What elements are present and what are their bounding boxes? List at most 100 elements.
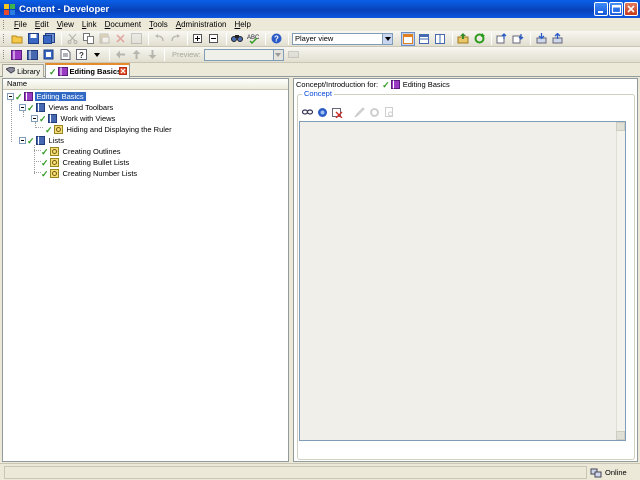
export-icon[interactable] — [550, 32, 564, 46]
document-tabs: Library ✓ Editing Basics — [0, 63, 640, 137]
column-header-name[interactable]: Name — [3, 79, 288, 90]
cut-icon[interactable] — [65, 32, 79, 46]
layout-horizontal-icon[interactable] — [417, 32, 431, 46]
refresh-icon[interactable] — [472, 32, 486, 46]
new-module-icon[interactable] — [10, 48, 24, 62]
copy-icon[interactable] — [81, 32, 95, 46]
paste-icon[interactable] — [97, 32, 111, 46]
minimize-button[interactable] — [594, 2, 608, 16]
vertical-scrollbar[interactable] — [616, 122, 625, 440]
layout-vertical-icon[interactable] — [433, 32, 447, 46]
collapse-icon[interactable] — [19, 137, 26, 144]
save-all-icon[interactable] — [42, 32, 56, 46]
section-icon — [35, 103, 45, 112]
menu-bar: File Edit View Link Document Tools Admin… — [0, 18, 640, 31]
menu-link[interactable]: Link — [78, 19, 101, 31]
scroll-up-icon[interactable] — [616, 122, 625, 131]
preview-go-icon[interactable] — [287, 48, 301, 62]
checked-in-icon: ✓ — [49, 66, 57, 77]
insert-dropdown-icon[interactable] — [90, 48, 104, 62]
checked-in-icon: ✓ — [15, 91, 23, 102]
menu-edit[interactable]: Edit — [31, 19, 53, 31]
menu-view[interactable]: View — [53, 19, 78, 31]
menu-administration[interactable]: Administration — [172, 19, 231, 31]
svg-text:?: ? — [79, 51, 84, 60]
spell-check-icon[interactable]: ABC — [246, 32, 260, 46]
tree-node-section[interactable]: ✓ Work with Views — [31, 113, 117, 124]
move-left-icon[interactable] — [113, 48, 127, 62]
tab-library[interactable]: Library — [2, 64, 44, 77]
title-bar: Content - Developer — [0, 0, 640, 18]
delete-icon[interactable] — [113, 32, 127, 46]
check-in-icon[interactable] — [495, 32, 509, 46]
collapse-all-icon[interactable] — [207, 32, 221, 46]
connection-status-label: Online — [605, 468, 627, 477]
view-mode-select[interactable]: Player view — [292, 32, 393, 45]
tree-node-label: Lists — [48, 136, 64, 145]
tree-node-topic[interactable]: ✓ Creating Bullet Lists — [41, 157, 131, 168]
save-icon[interactable] — [26, 32, 40, 46]
link-icon[interactable] — [301, 106, 313, 118]
import-icon[interactable] — [534, 32, 548, 46]
preview-select[interactable] — [203, 48, 284, 61]
concept-content-area[interactable] — [299, 121, 626, 441]
tab-editing-basics[interactable]: ✓ Editing Basics — [45, 63, 130, 78]
tree-node-section[interactable]: ✓ Views and Toolbars — [19, 102, 115, 113]
toolbar-separator — [61, 32, 62, 45]
topic-icon — [49, 169, 59, 178]
new-topic-icon[interactable] — [42, 48, 56, 62]
collapse-icon[interactable] — [19, 104, 26, 111]
new-section-icon[interactable] — [26, 48, 40, 62]
collapse-icon[interactable] — [7, 93, 14, 100]
concept-pane: Concept/Introduction for: ✓ Editing Basi… — [293, 78, 638, 462]
properties-icon[interactable] — [129, 32, 143, 46]
menu-tools[interactable]: Tools — [145, 19, 172, 31]
new-document-icon[interactable] — [58, 48, 72, 62]
menu-file[interactable]: File — [10, 19, 31, 31]
create-link-icon[interactable] — [316, 106, 328, 118]
toolbar-grip[interactable] — [3, 34, 6, 43]
open-folder-icon[interactable] — [10, 32, 24, 46]
toolbar-grip[interactable] — [3, 50, 6, 59]
edit-icon[interactable] — [353, 106, 365, 118]
move-down-icon[interactable] — [145, 48, 159, 62]
scroll-down-icon[interactable] — [616, 431, 625, 440]
tree-node-section[interactable]: ✓ Lists — [19, 135, 66, 146]
undo-icon[interactable] — [152, 32, 166, 46]
tree-node-topic[interactable]: ✓ Creating Number Lists — [41, 168, 139, 179]
toolbar-separator — [187, 32, 188, 45]
menu-document[interactable]: Document — [101, 19, 145, 31]
expand-all-icon[interactable] — [191, 32, 205, 46]
check-out-icon[interactable] — [511, 32, 525, 46]
checked-in-icon: ✓ — [41, 168, 49, 179]
settings-icon[interactable] — [368, 106, 380, 118]
collapse-icon[interactable] — [31, 115, 38, 122]
menu-grip[interactable] — [3, 20, 6, 29]
maximize-button[interactable] — [609, 2, 623, 16]
topic-icon — [49, 147, 59, 156]
outline-toolbar: ? Preview: — [0, 47, 640, 63]
menu-help[interactable]: Help — [230, 19, 254, 31]
layout-single-icon[interactable] — [401, 31, 415, 46]
move-up-icon[interactable] — [129, 48, 143, 62]
tree-node-module[interactable]: ✓ Editing Basics — [7, 91, 86, 102]
checked-in-icon: ✓ — [27, 135, 35, 146]
tab-library-label: Library — [17, 66, 40, 76]
preview-document-icon[interactable] — [383, 106, 395, 118]
tab-close-icon[interactable] — [119, 67, 127, 75]
dropdown-arrow-icon[interactable] — [382, 33, 392, 44]
publish-icon[interactable] — [456, 32, 470, 46]
tree-node-label: Creating Bullet Lists — [62, 158, 130, 167]
tree-node-topic[interactable]: ✓ Creating Outlines — [41, 146, 123, 157]
close-button[interactable] — [624, 2, 638, 16]
dropdown-arrow-icon[interactable] — [272, 49, 283, 60]
remove-link-icon[interactable] — [331, 106, 343, 118]
svg-text:ABC: ABC — [247, 35, 259, 41]
tree-node-label: Hiding and Displaying the Ruler — [66, 125, 172, 134]
concept-toolbar — [301, 106, 398, 118]
tree-node-topic[interactable]: ✓ Hiding and Displaying the Ruler — [45, 124, 174, 135]
find-icon[interactable] — [230, 32, 244, 46]
redo-icon[interactable] — [168, 32, 182, 46]
new-question-icon[interactable]: ? — [74, 48, 88, 62]
help-icon[interactable]: ? — [269, 32, 283, 46]
